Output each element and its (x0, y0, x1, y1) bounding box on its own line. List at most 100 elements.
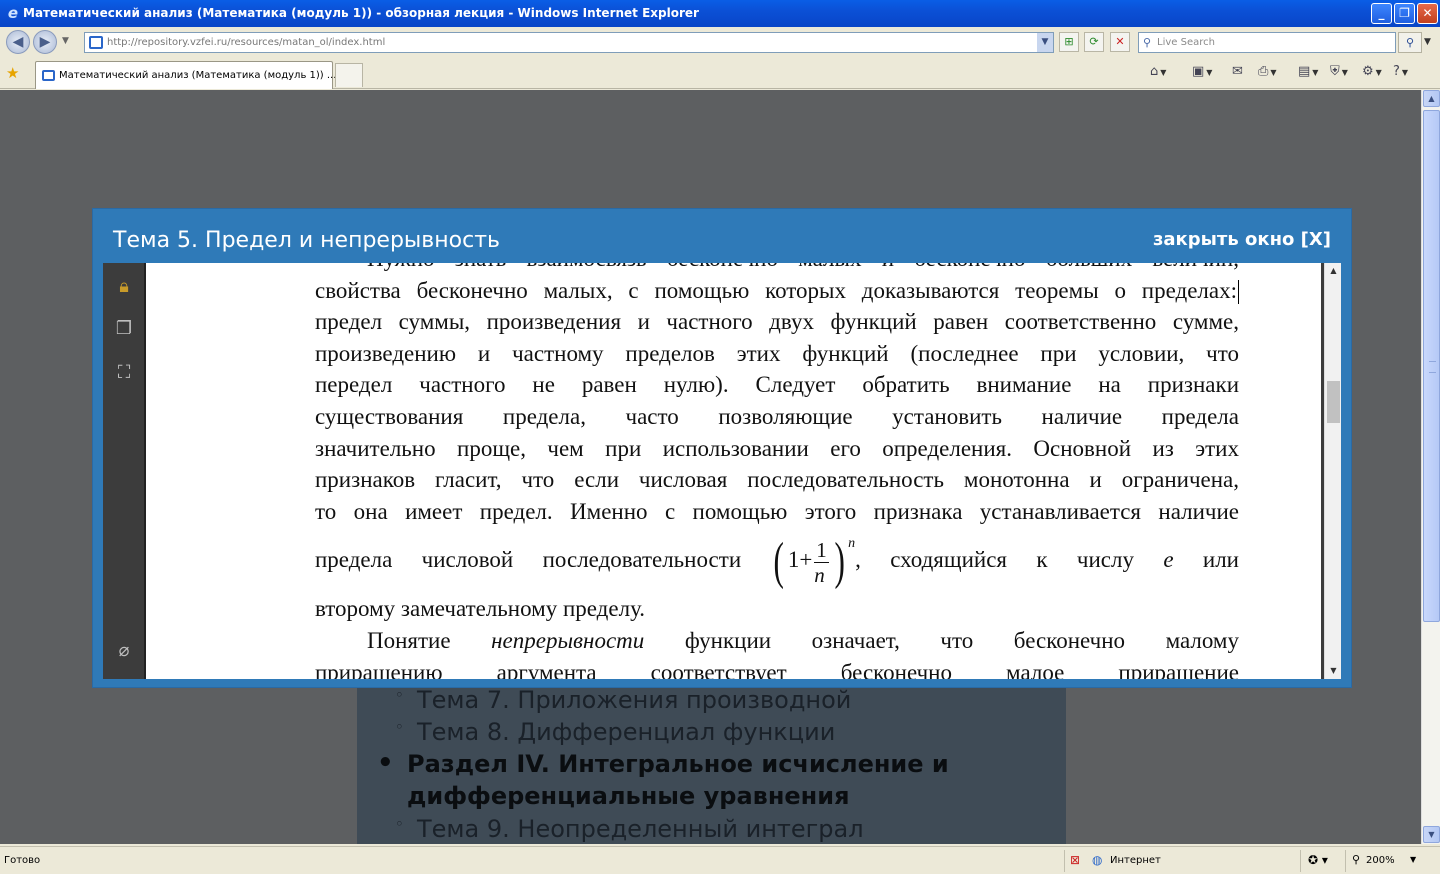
search-button[interactable]: ⚲ (1398, 32, 1422, 53)
scroll-down-icon[interactable]: ▼ (1423, 826, 1440, 843)
safety-icon[interactable]: ⛨ ▼ (1330, 64, 1348, 79)
binoculars-icon[interactable]: ⛶ (112, 361, 136, 385)
section-heading: дифференциальные уравнения (407, 782, 850, 810)
formula-one: 1 (787, 547, 800, 573)
help-icon[interactable]: ? ▼ (1393, 64, 1408, 79)
zoom-dropdown-icon[interactable]: ▼ (1410, 855, 1416, 864)
pdf-scrollbar[interactable]: ▲ ▼ (1324, 263, 1341, 679)
close-modal-link[interactable]: закрыть окно [X] (1153, 229, 1331, 250)
list-item[interactable]: ◦ Тема 9. Неопределенный интеграл (395, 815, 864, 843)
globe-icon: ◍ (1092, 853, 1103, 867)
section-4-line1: Раздел IV. Интегральное исчисление и (407, 750, 949, 778)
text-line: предел суммы, произведения и частного дв… (315, 309, 1239, 335)
back-button[interactable]: ◀ (6, 30, 30, 54)
window-title: Математический анализ (Математика (модул… (23, 6, 699, 20)
text-span-italic: непрерывности (491, 627, 645, 653)
tools-gear-icon[interactable]: ⚙ ▼ (1362, 64, 1382, 79)
zoom-icon[interactable]: ⚲ (1352, 853, 1360, 866)
text-line: значительно проще, чем при использовании… (315, 435, 1239, 461)
topic-9-link[interactable]: Тема 9. Неопределенный интеграл (417, 815, 864, 843)
scroll-up-icon[interactable]: ▲ (1423, 90, 1440, 107)
list-item[interactable]: ◦ Тема 7. Приложения производной (395, 686, 851, 714)
pages-icon[interactable]: ❐ (112, 317, 136, 341)
lock-icon[interactable]: 🔒︎ (112, 275, 136, 299)
stop-button[interactable]: ✕ (1110, 32, 1130, 52)
close-button[interactable]: ✕ (1417, 3, 1438, 24)
recent-pages-dropdown-icon[interactable]: ▼ (62, 36, 69, 46)
forward-button[interactable]: ▶ (33, 30, 57, 54)
formula-exponent: n (848, 536, 856, 552)
search-options-dropdown-icon[interactable]: ▼ (1424, 37, 1431, 47)
scroll-up-icon[interactable]: ▲ (1327, 264, 1340, 277)
text-span: , сходящийся к числу (855, 547, 1134, 573)
fraction-numerator: 1 (814, 537, 829, 563)
status-divider (1300, 850, 1301, 872)
status-divider (1345, 850, 1346, 872)
protected-mode-icon[interactable]: ✪ ▾ (1308, 853, 1328, 867)
formula-fraction: 1n (814, 538, 829, 587)
maximize-button[interactable]: ❐ (1394, 3, 1415, 24)
text-line: второму замечательному пределу. (315, 596, 646, 622)
status-bar: Готово ⊠ ◍ Интернет ✪ ▾ ⚲ 200% ▼ (0, 846, 1440, 874)
address-dropdown-icon[interactable]: ▼ (1037, 33, 1053, 52)
section-heading: • Раздел IV. Интегральное исчисление и (377, 748, 949, 778)
text-line: Понятие непрерывности функции означает, … (315, 625, 1239, 657)
right-paren: ) (834, 533, 845, 591)
section-4-line2: дифференциальные уравнения (407, 782, 850, 810)
page-menu-icon[interactable]: ▤ ▼ (1298, 64, 1318, 79)
home-icon[interactable]: ⌂ ▼ (1150, 64, 1166, 79)
text-line: Нужно знать взаимосвязь бесконечно малых… (315, 263, 1239, 275)
address-url: http://repository.vzfei.ru/resources/mat… (107, 37, 386, 48)
formula-plus: + (799, 547, 813, 573)
blocked-icon[interactable]: ⊠ (1070, 853, 1080, 867)
text-cursor (1238, 280, 1239, 305)
attachment-icon[interactable]: ⌀ (112, 639, 136, 663)
text-span: или (1202, 547, 1239, 573)
bullet-icon: ◦ (395, 815, 404, 833)
address-field[interactable]: http://repository.vzfei.ru/resources/mat… (84, 32, 1054, 53)
window-title-bar: e Математический анализ (Математика (мод… (0, 0, 1440, 27)
pdf-sidebar: 🔒︎ ❐ ⛶ ⌀ (103, 263, 146, 679)
text-line: существования предела, часто позволяющие… (315, 403, 1239, 429)
formula: (1+ 1 n) n (770, 536, 855, 588)
feeds-icon[interactable]: ▣ ▼ (1192, 64, 1212, 79)
mail-icon[interactable]: ✉ (1232, 64, 1243, 79)
browser-scrollbar[interactable]: ▲ ▼ (1421, 90, 1440, 844)
print-icon[interactable]: ⎙ ▼ (1258, 64, 1277, 79)
zoom-level[interactable]: 200% (1366, 855, 1395, 866)
pdf-page-text: Нужно знать взаимосвязь бесконечно малых… (315, 263, 1239, 679)
left-paren: ( (773, 533, 785, 591)
formula-line: предела числовой последовательности (1+ 1… (315, 527, 1239, 593)
scroll-down-icon[interactable]: ▼ (1327, 664, 1340, 677)
list-item[interactable]: ◦ Тема 8. Дифференциал функции (395, 718, 835, 746)
text-line: признаков гласит, что если числовая посл… (315, 467, 1239, 493)
modal-title: Тема 5. Предел и непрерывность (113, 228, 500, 253)
text-line: произведению и частному пределов этих фу… (315, 340, 1239, 366)
topic-7-link[interactable]: Тема 7. Приложения производной (417, 686, 851, 714)
search-input[interactable]: ⚲ Live Search (1138, 32, 1396, 53)
scroll-grip (1429, 361, 1436, 373)
tab-page-icon (42, 70, 55, 81)
address-toolbar: ◀ ▶ ▼ http://repository.vzfei.ru/resourc… (0, 27, 1440, 58)
text-span: предела числовой последовательности (315, 547, 742, 573)
text-span: свойства бесконечно малых, с помощью кот… (315, 277, 1237, 303)
status-divider (1064, 850, 1065, 872)
browser-scroll-thumb[interactable] (1423, 110, 1440, 622)
text-span: функции означает, что бесконечно малому (684, 627, 1239, 653)
new-tab-button[interactable] (335, 63, 363, 87)
refresh-button[interactable]: ⟳ (1084, 32, 1104, 52)
pdf-scroll-thumb[interactable] (1327, 381, 1340, 423)
tab-label: Математический анализ (Математика (модул… (59, 70, 337, 81)
topic-8-link[interactable]: Тема 8. Дифференциал функции (417, 718, 835, 746)
text-span-italic: e (1163, 547, 1174, 573)
lecture-modal: Тема 5. Предел и непрерывность закрыть о… (92, 208, 1352, 688)
tab-active[interactable]: Математический анализ (Математика (модул… (35, 61, 337, 89)
bullet-icon: ◦ (395, 718, 404, 736)
bullet-icon: • (377, 748, 394, 778)
live-search-icon: ⚲ (1143, 36, 1152, 49)
minimize-button[interactable]: _ (1371, 3, 1392, 24)
favorites-star-icon[interactable]: ★ (6, 64, 19, 82)
pdf-viewer[interactable]: 🔒︎ ❐ ⛶ ⌀ Нужно знать взаимосвязь бесконе… (103, 263, 1341, 679)
compatibility-icon[interactable]: ⊞ (1059, 32, 1079, 52)
ie-logo-icon: e (7, 4, 19, 22)
